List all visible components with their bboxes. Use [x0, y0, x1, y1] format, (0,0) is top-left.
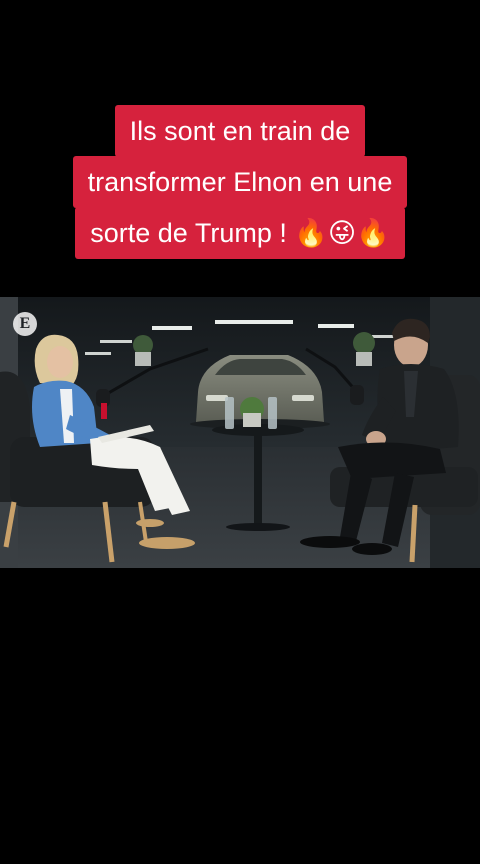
water-bottle [225, 397, 234, 429]
ceiling-light [100, 340, 132, 343]
background-plant [353, 332, 375, 354]
ceiling-light [152, 326, 192, 330]
plant-pot [243, 413, 261, 427]
channel-logo-icon: E [13, 312, 37, 336]
ceiling-light [318, 324, 354, 328]
video-frame[interactable]: E [0, 297, 480, 568]
caption-line-3: sorte de Trump ! 🔥😜🔥 [75, 207, 405, 259]
caption-line-2: transformer Elnon en une [72, 156, 408, 208]
plant-pot [135, 352, 151, 366]
ceiling-light [85, 352, 111, 355]
plant-pot [356, 352, 372, 366]
caption-line-1: Ils sont en train de [114, 105, 366, 157]
interview-scene [0, 297, 480, 568]
ceiling-light [215, 320, 293, 324]
water-bottle [268, 397, 277, 429]
caption-overlay: Ils sont en train de transformer Elnon e… [0, 105, 480, 259]
